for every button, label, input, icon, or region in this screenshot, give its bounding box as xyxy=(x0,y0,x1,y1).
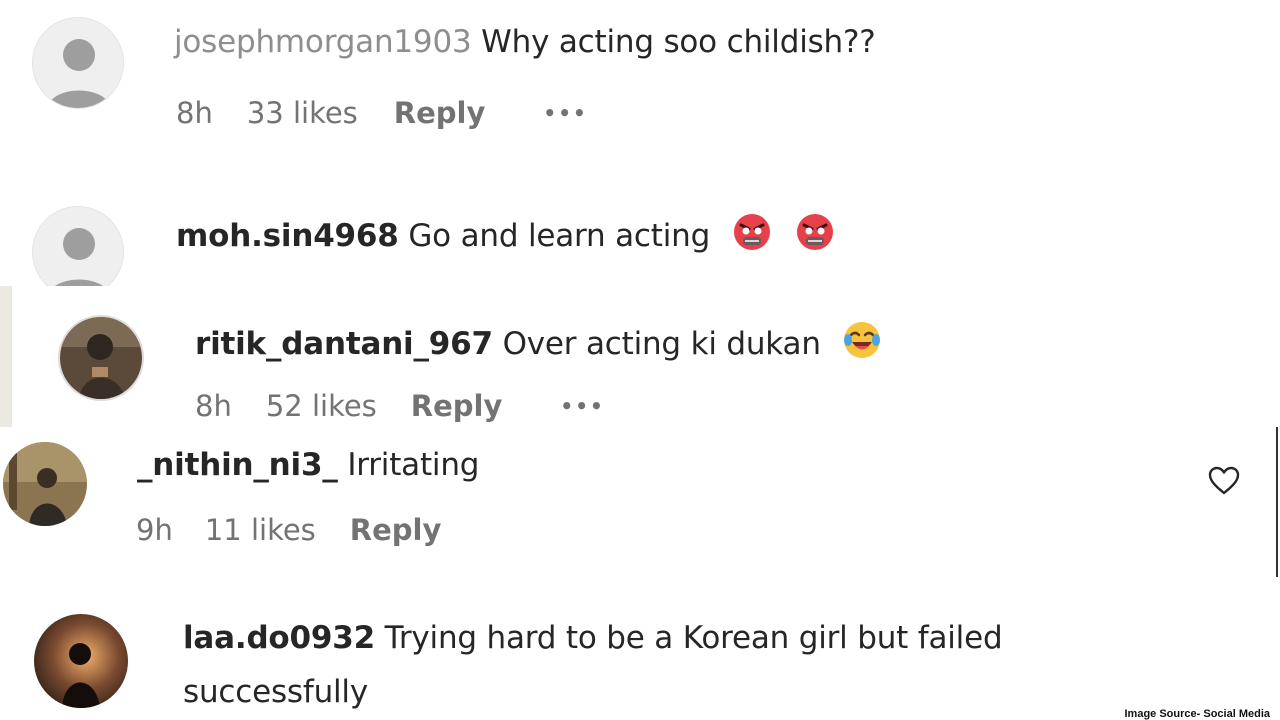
laughing-tears-emoji-icon xyxy=(842,320,882,368)
comment-text: Over acting ki dukan xyxy=(502,326,821,362)
default-avatar-icon xyxy=(47,228,111,297)
comment-meta: 8h 52 likes Reply ••• xyxy=(195,389,605,423)
comment-text: Irritating xyxy=(347,447,480,483)
comment-line: laa.do0932 Trying hard to be a Korean gi… xyxy=(183,620,1003,656)
avatar[interactable] xyxy=(32,17,124,109)
timestamp: 8h xyxy=(195,389,232,423)
likes-count[interactable]: 11 likes xyxy=(205,513,316,547)
divider xyxy=(1276,427,1278,577)
image-credit: Image Source- Social Media xyxy=(1124,708,1271,720)
timestamp: 8h xyxy=(176,96,213,130)
comment-text: Why acting soo childish?? xyxy=(481,24,876,60)
more-options-icon[interactable]: ••• xyxy=(560,394,604,418)
likes-count[interactable]: 52 likes xyxy=(266,389,377,423)
comment-line: josephmorgan1903 Why acting soo childish… xyxy=(174,24,876,60)
likes-count[interactable]: 33 likes xyxy=(247,96,358,130)
heart-icon[interactable] xyxy=(1208,466,1240,496)
timestamp: 9h xyxy=(136,513,173,547)
angry-face-emoji-icon xyxy=(795,212,835,260)
comment-line: moh.sin4968 Go and learn acting xyxy=(176,212,835,260)
reply-button[interactable]: Reply xyxy=(411,389,503,423)
angry-face-emoji-icon xyxy=(732,212,772,260)
user-photo-icon xyxy=(34,614,128,708)
comment-line: ritik_dantani_967 Over acting ki dukan xyxy=(195,320,882,368)
comment-text: Go and learn acting xyxy=(408,218,711,254)
avatar[interactable] xyxy=(34,614,128,708)
user-photo-icon xyxy=(3,442,87,526)
username[interactable]: josephmorgan1903 xyxy=(174,24,472,60)
more-options-icon[interactable]: ••• xyxy=(543,101,587,125)
username[interactable]: moh.sin4968 xyxy=(176,218,399,254)
comment-meta: 9h 11 likes Reply xyxy=(136,513,441,547)
comment-text: Trying hard to be a Korean girl but fail… xyxy=(384,620,1003,656)
strip-edge xyxy=(0,286,12,427)
default-avatar-icon xyxy=(47,39,111,108)
username[interactable]: laa.do0932 xyxy=(183,620,375,656)
comment-line: _nithin_ni3_ Irritating xyxy=(137,447,479,483)
username[interactable]: _nithin_ni3_ xyxy=(137,447,338,483)
reply-button[interactable]: Reply xyxy=(394,96,486,130)
reply-button[interactable]: Reply xyxy=(350,513,442,547)
avatar[interactable] xyxy=(58,315,144,401)
comment-text-continued: successfully xyxy=(183,674,368,710)
username[interactable]: ritik_dantani_967 xyxy=(195,326,493,362)
comment-meta: 8h 33 likes Reply ••• xyxy=(176,96,588,130)
user-photo-icon xyxy=(60,317,142,399)
avatar[interactable] xyxy=(32,206,124,298)
avatar[interactable] xyxy=(3,442,87,526)
comment-line-2: successfully xyxy=(183,674,368,710)
